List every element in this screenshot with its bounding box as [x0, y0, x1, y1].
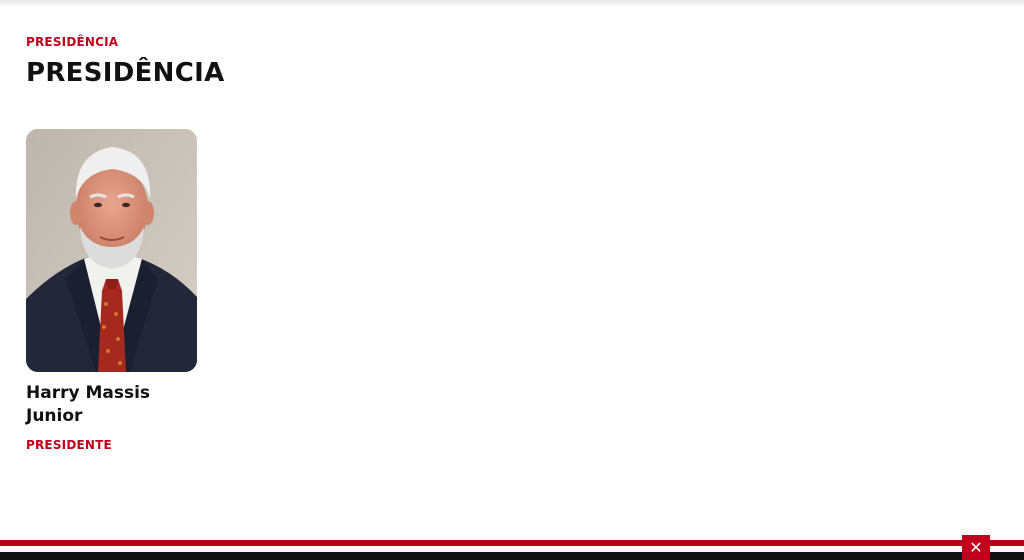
member-card[interactable]: Harry Massis Junior PRESIDENTE [26, 129, 197, 452]
page-title: PRESIDÊNCIA [26, 58, 225, 88]
member-role: PRESIDENTE [26, 438, 112, 452]
member-photo [26, 129, 197, 372]
member-name[interactable]: Harry Massis Junior [26, 382, 186, 428]
top-shadow-divider [0, 0, 1024, 8]
close-button[interactable]: ✕ [962, 535, 990, 560]
footer-black-stripe [0, 552, 1024, 560]
close-icon: ✕ [969, 537, 983, 557]
breadcrumb[interactable]: PRESIDÊNCIA [26, 35, 118, 49]
